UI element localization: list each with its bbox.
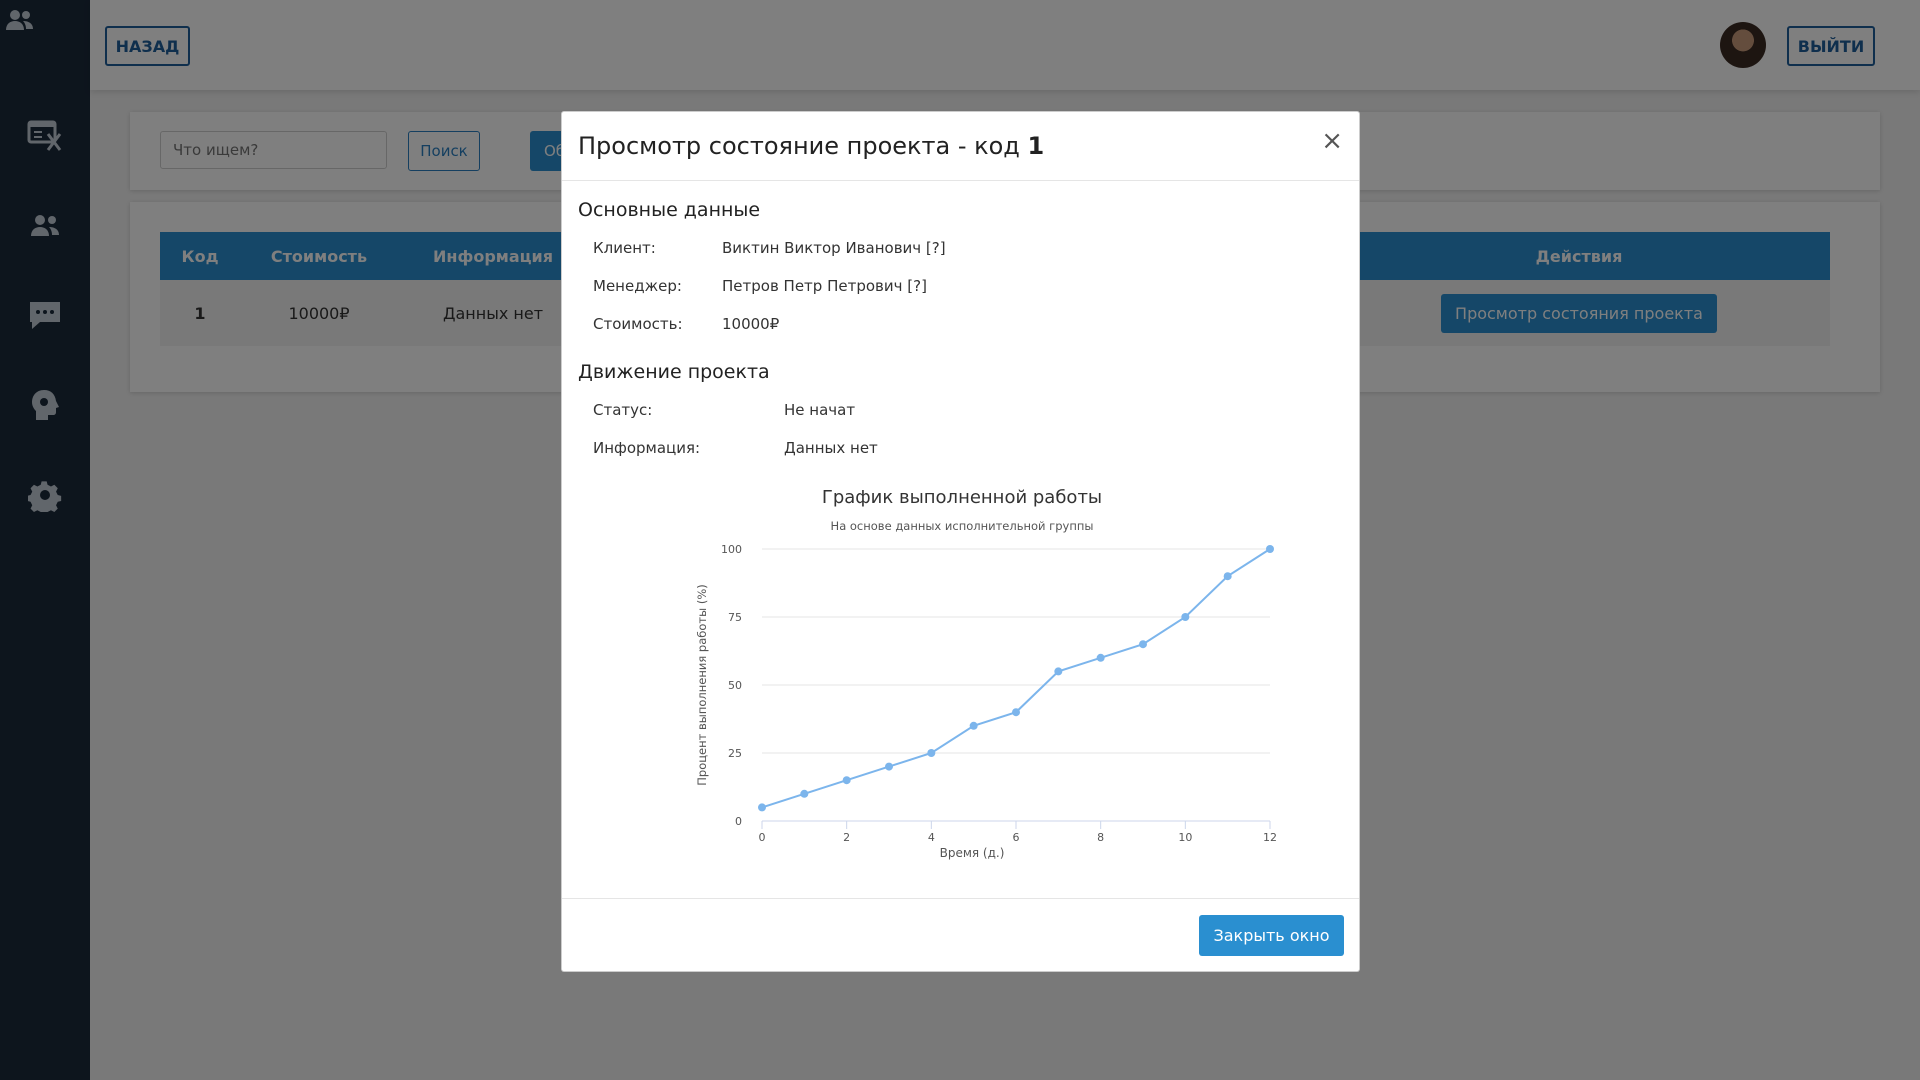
modal-footer: Закрыть окно	[562, 898, 1359, 971]
data-point[interactable]	[1139, 640, 1147, 649]
client-label: Клиент:	[593, 239, 656, 257]
close-window-button[interactable]: Закрыть окно	[1199, 915, 1344, 956]
data-point[interactable]	[885, 762, 893, 771]
x-tick-label: 12	[1263, 831, 1277, 844]
data-point[interactable]	[758, 803, 766, 812]
x-tick-label: 2	[843, 831, 850, 844]
y-tick-label: 50	[728, 679, 742, 692]
data-point[interactable]	[927, 749, 936, 757]
data-point[interactable]	[1096, 653, 1105, 662]
client-value[interactable]: Виктин Виктор Иванович [?]	[722, 239, 946, 257]
data-point[interactable]	[969, 721, 978, 730]
x-axis-label: Время (д.)	[940, 846, 1005, 860]
x-tick-label: 0	[759, 831, 766, 844]
data-point[interactable]	[800, 789, 809, 798]
x-tick-label: 4	[928, 831, 935, 844]
data-point[interactable]	[1012, 708, 1020, 717]
basic-data-title: Основные данные	[578, 199, 761, 221]
project-status-modal: Просмотр состояние проекта - код 1 × Осн…	[561, 111, 1360, 972]
close-icon[interactable]: ×	[1321, 128, 1343, 154]
y-tick-label: 0	[735, 815, 742, 828]
data-point[interactable]	[1266, 545, 1274, 553]
x-tick-label: 6	[1013, 831, 1020, 844]
y-tick-label: 100	[721, 543, 742, 556]
y-tick-label: 25	[728, 747, 742, 760]
x-tick-label: 8	[1097, 831, 1104, 844]
chart-subtitle: На основе данных исполнительной группы	[831, 519, 1094, 533]
modal-header: Просмотр состояние проекта - код 1 ×	[562, 112, 1359, 181]
progress-chart: График выполненной работы На основе данн…	[695, 487, 1277, 860]
data-point[interactable]	[1223, 572, 1232, 581]
data-point[interactable]	[842, 776, 851, 785]
modal-title: Просмотр состояние проекта - код 1	[578, 132, 1044, 160]
chart-title: График выполненной работы	[822, 487, 1102, 508]
y-axis-label: Процент выполнения работы (%)	[695, 584, 709, 786]
x-tick-label: 10	[1178, 831, 1192, 844]
modal-title-text: Просмотр состояние проекта - код	[578, 132, 1028, 160]
y-tick-label: 75	[728, 611, 742, 624]
modal-title-code: 1	[1027, 132, 1045, 160]
data-point[interactable]	[1181, 613, 1190, 621]
series-line	[761, 548, 1271, 809]
data-point[interactable]	[1054, 667, 1063, 676]
